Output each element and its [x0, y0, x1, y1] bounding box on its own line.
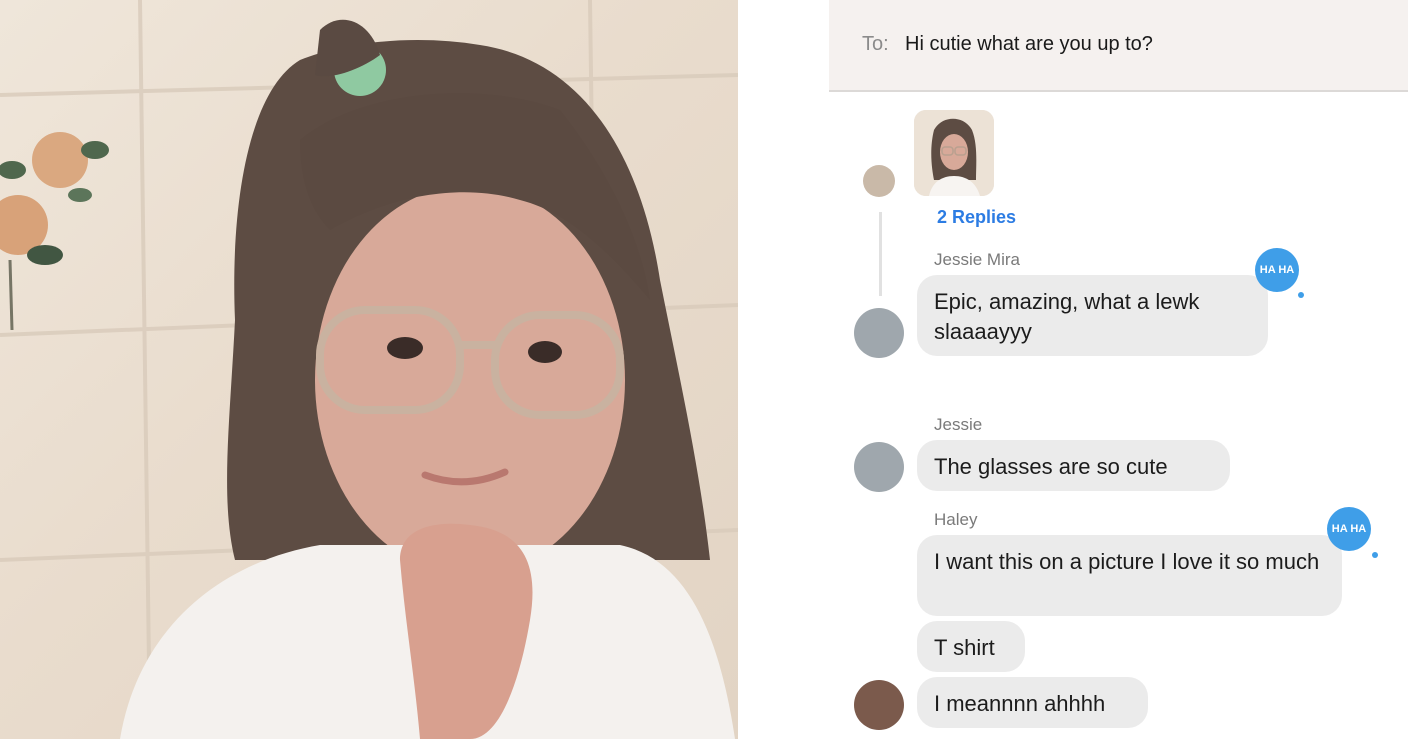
- message-bubble[interactable]: The glasses are so cute: [917, 440, 1230, 491]
- message-bubble[interactable]: Epic, amazing, what a lewk slaaaayyy: [917, 275, 1268, 356]
- photo-thumbnail[interactable]: [914, 110, 994, 196]
- avatar[interactable]: [854, 442, 904, 492]
- message-bubble[interactable]: T shirt: [917, 621, 1025, 672]
- sender-name: Haley: [934, 510, 978, 529]
- to-field[interactable]: Hi cutie what are you up to?: [905, 33, 1153, 56]
- avatar[interactable]: [854, 308, 904, 358]
- to-label: To:: [862, 33, 889, 55]
- shared-photo[interactable]: [0, 0, 738, 739]
- reaction-dot: [1298, 292, 1304, 298]
- haha-reaction-icon[interactable]: HA HA: [1255, 248, 1299, 292]
- sender-name: Jessie: [934, 415, 983, 434]
- reaction-dot: [1372, 552, 1378, 558]
- replies-link[interactable]: 2 Replies: [937, 207, 1016, 228]
- avatar[interactable]: [854, 680, 904, 730]
- photo-illustration: [0, 0, 738, 739]
- sender-name: Jessie Mira: [934, 250, 1020, 269]
- rose-decoration: [0, 132, 109, 331]
- avatar[interactable]: [863, 165, 895, 197]
- recipient-bar: To: Hi cutie what are you up to?: [829, 0, 1408, 92]
- message-bubble[interactable]: I want this on a picture I love it so mu…: [917, 535, 1342, 616]
- thread-line: [879, 212, 882, 296]
- chat-panel: To: Hi cutie what are you up to? 2 Repli…: [829, 0, 1408, 739]
- thumbnail-image: [914, 110, 994, 196]
- haha-reaction-icon[interactable]: HA HA: [1327, 507, 1371, 551]
- message-bubble[interactable]: I meannnn ahhhh: [917, 677, 1148, 728]
